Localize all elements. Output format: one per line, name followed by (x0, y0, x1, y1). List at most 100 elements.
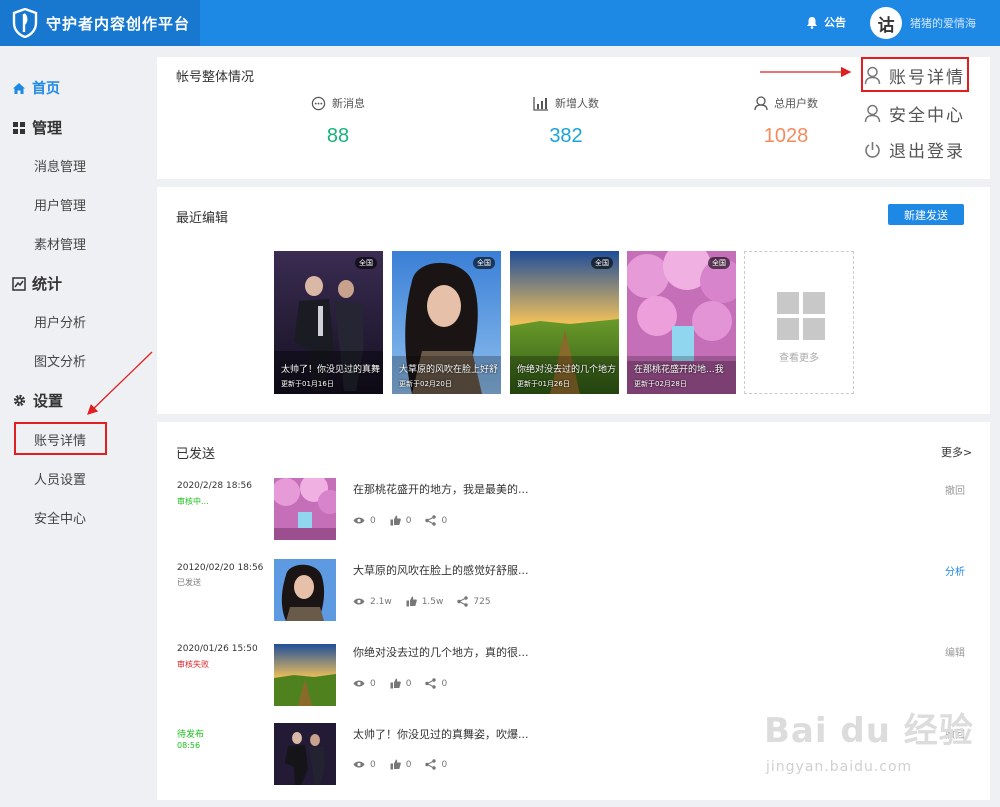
shares-count: 0 (441, 678, 448, 689)
thumbs-up-icon (390, 678, 401, 689)
menu-label: 退出登录 (889, 142, 965, 162)
stat-new-messages: 新消息 88 (258, 95, 418, 148)
metric-views: 0 (353, 679, 376, 689)
metric-likes: 0 (390, 678, 412, 689)
card-title: 太帅了！你没见过的真舞 (281, 365, 381, 375)
sidebar-item-message-mgmt[interactable]: 消息管理 (34, 156, 86, 175)
menu-label: 安全中心 (889, 106, 965, 126)
metric-shares: 0 (425, 678, 447, 689)
menu-logout[interactable]: 退出登录 (864, 137, 965, 162)
row-thumbnail[interactable] (274, 644, 336, 706)
new-send-button[interactable]: 新建发送 (888, 204, 964, 225)
card-badge: 全国 (473, 257, 495, 269)
view-more-card[interactable]: 查看更多 (744, 251, 854, 394)
row-action-revoke[interactable]: 撤回 (945, 482, 965, 497)
sent-title: 已发送 (176, 447, 216, 462)
sidebar-item-security-center[interactable]: 安全中心 (34, 508, 86, 527)
recent-card[interactable]: 全国 太帅了！你没见过的真舞 更新于01月16日 (274, 251, 383, 394)
grid-icon (13, 121, 25, 134)
row-status: 已发送 (177, 578, 201, 587)
top-bar: 守护者内容创作平台 公告 诂 猪猪的爱情海 (0, 0, 1000, 46)
stat-new-users: 新增人数 382 (486, 95, 646, 148)
eye-icon (353, 761, 365, 768)
bell-icon (807, 16, 817, 29)
row-title[interactable]: 你绝对没去过的几个地方，真的很... (353, 644, 529, 660)
sidebar-group-label: 管理 (32, 119, 63, 137)
message-icon (311, 96, 326, 110)
highlight-box (14, 422, 107, 455)
sidebar-group-manage[interactable]: 管理 (12, 117, 62, 138)
thumbs-up-icon (390, 759, 401, 770)
row-action-edit[interactable]: 编辑 (945, 644, 965, 659)
card-title: 大草原的风吹在脸上好舒 (399, 365, 499, 375)
view-more-label: 查看更多 (779, 353, 819, 364)
notice-button[interactable]: 公告 (806, 14, 846, 30)
more-link[interactable]: 更多> (941, 444, 972, 460)
row-metrics: 0 0 0 (353, 759, 461, 770)
recent-title: 最近编辑 (176, 211, 229, 226)
thumbs-up-icon (390, 515, 401, 526)
card-badge: 全国 (355, 257, 377, 269)
sidebar-item-material-mgmt[interactable]: 素材管理 (34, 234, 86, 253)
thumb-dancers (274, 723, 336, 785)
row-title[interactable]: 在那桃花盛开的地方，我是最美的... (353, 481, 529, 497)
metric-likes: 1.5w (406, 596, 444, 607)
metric-shares: 725 (457, 596, 491, 607)
share-icon (457, 596, 469, 607)
row-time: 2020/01/26 15:50 (177, 644, 258, 654)
stat-label: 总用户数 (774, 97, 818, 110)
menu-security-center[interactable]: 安全中心 (864, 101, 965, 126)
sidebar-item-user-analysis[interactable]: 用户分析 (34, 312, 86, 331)
metric-shares: 0 (425, 515, 447, 526)
shares-count: 0 (441, 515, 448, 526)
bar-chart-icon (533, 96, 548, 111)
recent-card[interactable]: 全国 大草原的风吹在脸上好舒 更新于02月20日 (392, 251, 501, 394)
share-icon (425, 759, 437, 770)
sidebar-group-stats[interactable]: 统计 (12, 273, 62, 294)
card-title: 在那桃花盛开的地...我 (634, 365, 724, 375)
share-icon (425, 515, 437, 526)
recent-card[interactable]: 全国 你绝对没去过的几个地方 更新于01月26日 (510, 251, 619, 394)
likes-count: 0 (405, 515, 412, 526)
card-date: 更新于02月28日 (634, 380, 687, 388)
likes-count: 1.5w (421, 596, 444, 607)
row-thumbnail[interactable] (274, 478, 336, 540)
sidebar-item-user-mgmt[interactable]: 用户管理 (34, 195, 86, 214)
card-title: 你绝对没去过的几个地方 (517, 365, 617, 375)
home-icon (13, 82, 25, 94)
row-title[interactable]: 大草原的风吹在脸上的感觉好舒服... (353, 562, 529, 578)
baidu-watermark: Bai du 经验 jingyan.baidu.com (764, 703, 994, 787)
row-status: 审核失败 (177, 660, 209, 669)
row-metrics: 0 0 0 (353, 678, 461, 689)
sidebar-item-label: 首页 (32, 81, 60, 97)
sidebar-item-article-analysis[interactable]: 图文分析 (34, 351, 86, 370)
row-thumbnail[interactable] (274, 559, 336, 621)
recent-card[interactable]: 全国 在那桃花盛开的地...我 更新于02月28日 (627, 251, 736, 394)
avatar[interactable]: 诂 (870, 7, 902, 39)
row-metrics: 2.1w 1.5w 725 (353, 596, 505, 607)
thumb-landscape (274, 644, 336, 706)
stat-label: 新增人数 (555, 97, 599, 110)
eye-icon (353, 598, 365, 605)
stat-value: 382 (549, 125, 583, 147)
logo-text: 守护者内容创作平台 (46, 14, 191, 33)
row-action-analyze[interactable]: 分析 (945, 563, 965, 578)
sidebar-group-settings[interactable]: 设置 (12, 390, 63, 411)
views-count: 0 (370, 759, 376, 770)
row-thumbnail[interactable] (274, 723, 336, 785)
row-title[interactable]: 太帅了！你没见过的真舞姿，吹爆... (353, 726, 529, 742)
gear-icon (13, 394, 26, 407)
metric-views: 0 (353, 760, 376, 770)
grid-icon (777, 292, 825, 340)
likes-count: 0 (405, 678, 412, 689)
stat-value: 1028 (763, 125, 809, 147)
stat-label: 新消息 (332, 97, 365, 110)
highlight-box (861, 57, 969, 92)
sidebar-item-staff-settings[interactable]: 人员设置 (34, 469, 86, 488)
overview-title: 帐号整体情况 (176, 70, 255, 85)
views-count: 2.1w (370, 596, 392, 607)
username[interactable]: 猪猪的爱情海 (910, 15, 976, 31)
row-metrics: 0 0 0 (353, 515, 461, 526)
logo[interactable]: 守护者内容创作平台 (0, 0, 200, 46)
sidebar-item-home[interactable]: 首页 (12, 78, 60, 98)
